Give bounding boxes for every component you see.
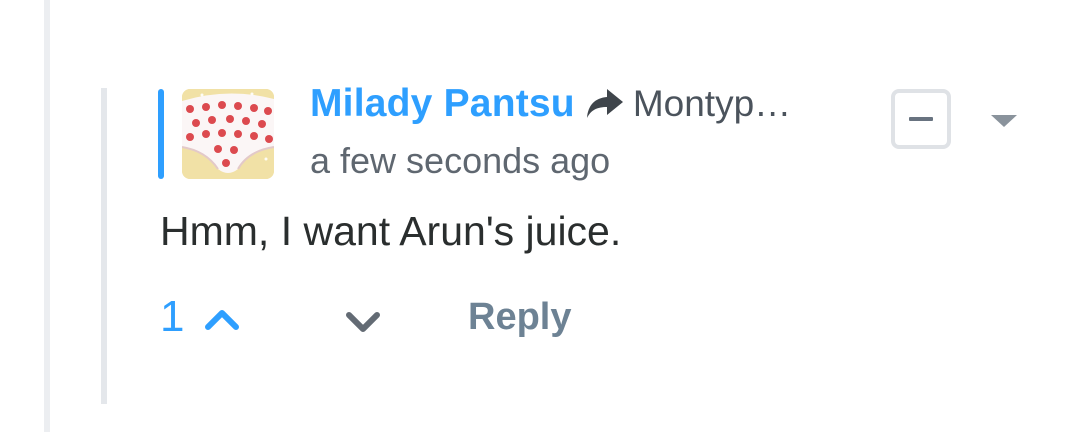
- upvote-button[interactable]: [204, 305, 240, 336]
- share-arrow-icon: [585, 87, 625, 121]
- chevron-down-icon: [346, 312, 380, 332]
- avatar[interactable]: [182, 89, 274, 179]
- nested-thread-line: [101, 88, 107, 404]
- comment-timestamp[interactable]: a few seconds ago: [310, 140, 610, 182]
- new-comment-highlight-bar: [158, 89, 164, 179]
- comment-text: Hmm, I want Arun's juice.: [160, 208, 622, 254]
- minus-icon: [909, 117, 933, 121]
- thread-line: [44, 0, 50, 432]
- parent-comment-author[interactable]: Montyp…: [633, 83, 791, 125]
- collapse-button[interactable]: [891, 89, 951, 149]
- vote-count: 1: [160, 292, 185, 341]
- chevron-up-icon: [205, 310, 239, 330]
- reply-button[interactable]: Reply: [468, 296, 571, 339]
- author-name[interactable]: Milady Pantsu: [310, 82, 575, 126]
- caret-down-icon[interactable]: [991, 115, 1017, 127]
- downvote-button[interactable]: [345, 309, 381, 340]
- comment-header: Milady Pantsu Montyp…: [310, 79, 791, 129]
